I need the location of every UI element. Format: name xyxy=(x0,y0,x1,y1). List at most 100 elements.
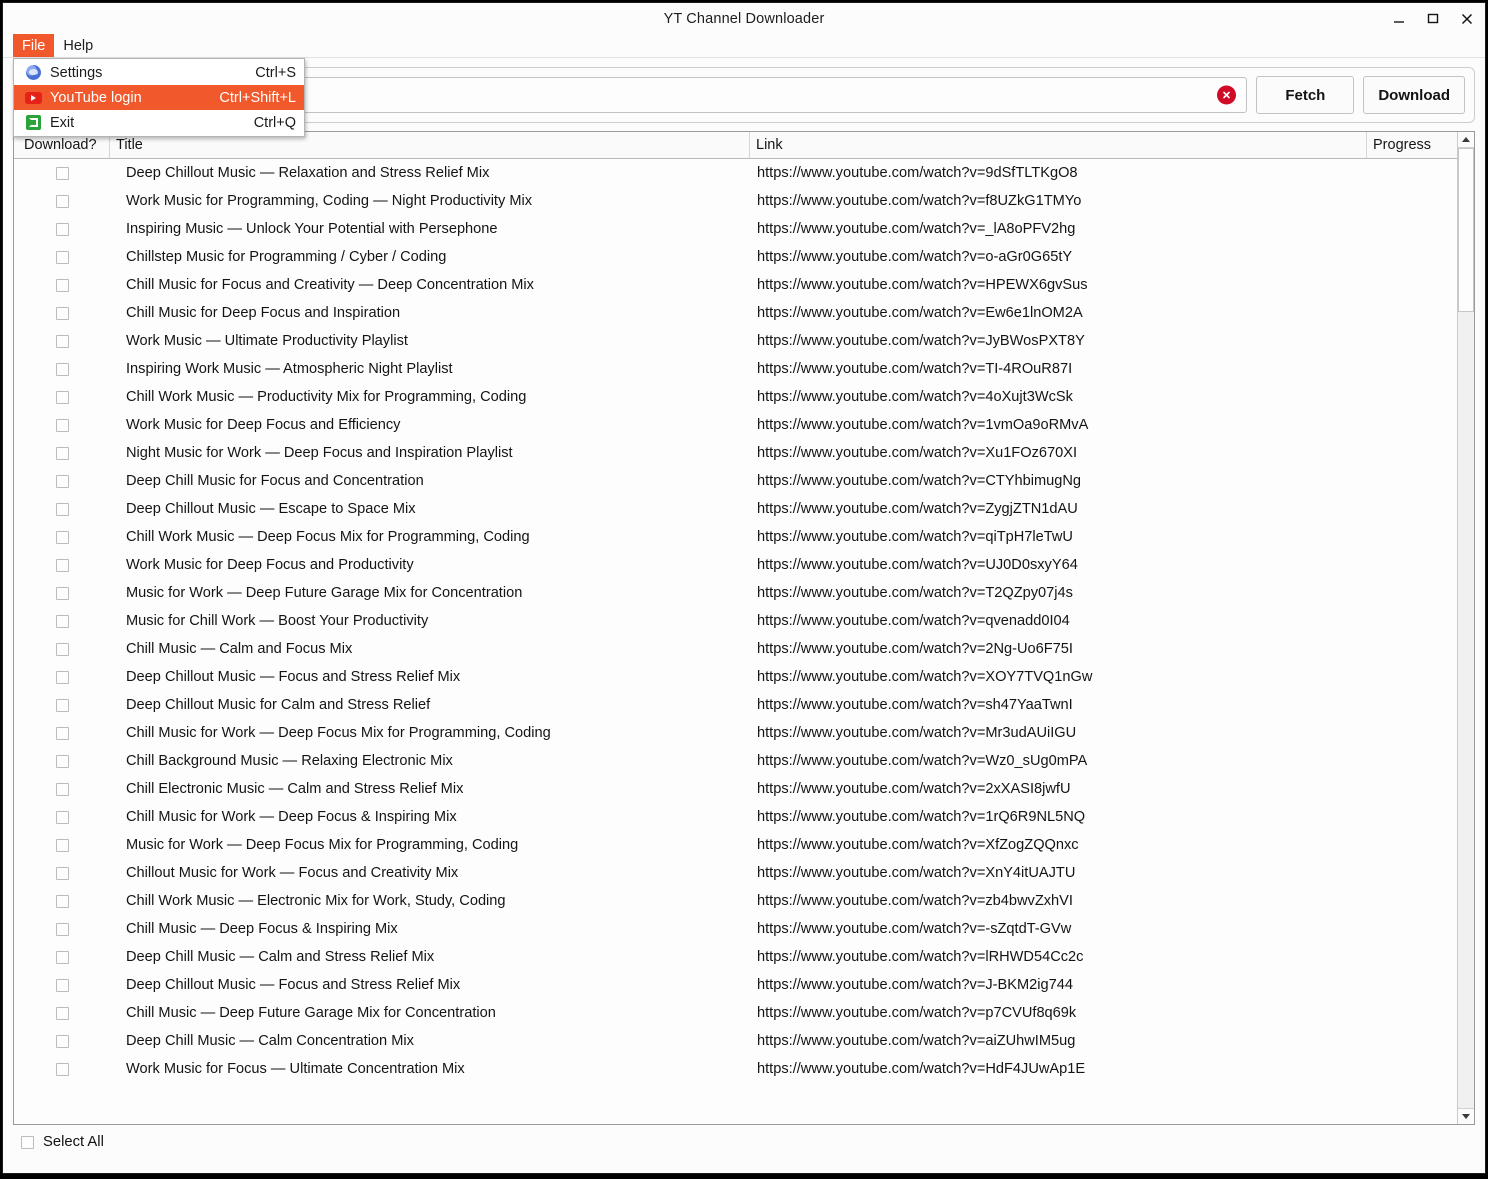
row-checkbox[interactable] xyxy=(55,1006,69,1020)
scroll-up-arrow-icon[interactable] xyxy=(1458,132,1474,148)
table-row[interactable]: Work Music for Deep Focus and Efficiency… xyxy=(14,411,1457,439)
table-row[interactable]: Chill Music — Deep Focus & Inspiring Mix… xyxy=(14,915,1457,943)
download-button[interactable]: Download xyxy=(1363,76,1465,114)
row-checkbox[interactable] xyxy=(55,446,69,460)
row-checkbox[interactable] xyxy=(55,278,69,292)
row-checkbox[interactable] xyxy=(55,194,69,208)
table-row[interactable]: Chill Background Music — Relaxing Electr… xyxy=(14,747,1457,775)
row-checkbox[interactable] xyxy=(55,530,69,544)
table-row[interactable]: Chill Electronic Music — Calm and Stress… xyxy=(14,775,1457,803)
table-row[interactable]: Deep Chillout Music — Escape to Space Mi… xyxy=(14,495,1457,523)
row-checkbox[interactable] xyxy=(55,502,69,516)
table-row[interactable]: Chillout Music for Work — Focus and Crea… xyxy=(14,859,1457,887)
scrollbar-thumb[interactable] xyxy=(1458,148,1474,312)
row-checkbox[interactable] xyxy=(55,222,69,236)
table-row[interactable]: Music for Work — Deep Focus Mix for Prog… xyxy=(14,831,1457,859)
menu-item-exit[interactable]: Exit Ctrl+Q xyxy=(14,110,304,135)
row-checkbox[interactable] xyxy=(55,558,69,572)
table-row[interactable]: Deep Chill Music — Calm and Stress Relie… xyxy=(14,943,1457,971)
table-row[interactable]: Work Music for Focus — Ultimate Concentr… xyxy=(14,1055,1457,1083)
column-header-progress[interactable]: Progress xyxy=(1367,132,1457,158)
row-checkbox[interactable] xyxy=(55,250,69,264)
row-checkbox[interactable] xyxy=(55,978,69,992)
menu-item-settings[interactable]: Settings Ctrl+S xyxy=(14,60,304,85)
row-link: https://www.youtube.com/watch?v=_lA8oPFV… xyxy=(757,221,1076,237)
table-row[interactable]: Deep Chillout Music for Calm and Stress … xyxy=(14,691,1457,719)
row-checkbox[interactable] xyxy=(55,950,69,964)
row-checkbox[interactable] xyxy=(55,642,69,656)
row-download-cell xyxy=(14,495,110,523)
table-row[interactable]: Chill Music for Deep Focus and Inspirati… xyxy=(14,299,1457,327)
table-row[interactable]: Chill Work Music — Deep Focus Mix for Pr… xyxy=(14,523,1457,551)
table-row[interactable]: Deep Chillout Music — Focus and Stress R… xyxy=(14,663,1457,691)
vertical-scrollbar[interactable] xyxy=(1457,132,1474,1124)
row-link: https://www.youtube.com/watch?v=f8UZkG1T… xyxy=(757,193,1082,209)
row-link: https://www.youtube.com/watch?v=2Ng-Uo6F… xyxy=(757,641,1073,657)
row-checkbox[interactable] xyxy=(55,810,69,824)
row-checkbox[interactable] xyxy=(55,754,69,768)
row-link: https://www.youtube.com/watch?v=sh47YaaT… xyxy=(757,697,1073,713)
row-checkbox[interactable] xyxy=(55,306,69,320)
row-title: Work Music — Ultimate Productivity Playl… xyxy=(126,333,408,349)
minimize-icon[interactable] xyxy=(1389,9,1409,29)
scroll-down-arrow-icon[interactable] xyxy=(1458,1108,1474,1124)
row-checkbox[interactable] xyxy=(55,334,69,348)
row-checkbox[interactable] xyxy=(55,586,69,600)
table-row[interactable]: Music for Work — Deep Future Garage Mix … xyxy=(14,579,1457,607)
table-row[interactable]: Work Music for Programming, Coding — Nig… xyxy=(14,187,1457,215)
row-checkbox[interactable] xyxy=(55,782,69,796)
row-checkbox[interactable] xyxy=(55,698,69,712)
row-checkbox[interactable] xyxy=(55,894,69,908)
row-title: Inspiring Music — Unlock Your Potential … xyxy=(126,221,498,237)
row-download-cell xyxy=(14,999,110,1027)
table-row[interactable]: Chill Music for Focus and Creativity — D… xyxy=(14,271,1457,299)
row-checkbox[interactable] xyxy=(55,1034,69,1048)
row-download-cell xyxy=(14,327,110,355)
table-row[interactable]: Deep Chill Music for Focus and Concentra… xyxy=(14,467,1457,495)
menu-help[interactable]: Help xyxy=(54,34,102,57)
row-checkbox[interactable] xyxy=(55,1062,69,1076)
table-row[interactable]: Chillstep Music for Programming / Cyber … xyxy=(14,243,1457,271)
menu-file[interactable]: File xyxy=(13,34,55,57)
settings-icon xyxy=(24,65,42,81)
table-row[interactable]: Work Music — Ultimate Productivity Playl… xyxy=(14,327,1457,355)
column-header-link[interactable]: Link xyxy=(750,132,1367,158)
table-row[interactable]: Chill Work Music — Electronic Mix for Wo… xyxy=(14,887,1457,915)
row-progress xyxy=(1367,831,1457,859)
row-checkbox[interactable] xyxy=(55,838,69,852)
menu-item-settings-accel: Ctrl+S xyxy=(255,64,296,81)
table-row[interactable]: Inspiring Work Music — Atmospheric Night… xyxy=(14,355,1457,383)
select-all-checkbox[interactable] xyxy=(21,1135,34,1149)
table-row[interactable]: Night Music for Work — Deep Focus and In… xyxy=(14,439,1457,467)
row-checkbox[interactable] xyxy=(55,474,69,488)
row-checkbox[interactable] xyxy=(55,418,69,432)
menu-item-youtube-login[interactable]: YouTube login Ctrl+Shift+L xyxy=(14,85,304,110)
table-row[interactable]: Chill Music for Work — Deep Focus Mix fo… xyxy=(14,719,1457,747)
row-checkbox[interactable] xyxy=(55,390,69,404)
close-icon[interactable] xyxy=(1457,9,1477,29)
clear-icon[interactable] xyxy=(1217,85,1237,105)
table-row[interactable]: Deep Chill Music — Calm Concentration Mi… xyxy=(14,1027,1457,1055)
scrollbar-track[interactable] xyxy=(1458,148,1474,1108)
row-checkbox[interactable] xyxy=(55,922,69,936)
table-row[interactable]: Chill Music for Work — Deep Focus & Insp… xyxy=(14,803,1457,831)
table-row[interactable]: Music for Chill Work — Boost Your Produc… xyxy=(14,607,1457,635)
maximize-icon[interactable] xyxy=(1423,9,1443,29)
row-checkbox[interactable] xyxy=(55,866,69,880)
table-row[interactable]: Work Music for Deep Focus and Productivi… xyxy=(14,551,1457,579)
table-row[interactable]: Chill Work Music — Productivity Mix for … xyxy=(14,383,1457,411)
row-link: https://www.youtube.com/watch?v=9dSfTLTK… xyxy=(757,165,1078,181)
table-row[interactable]: Inspiring Music — Unlock Your Potential … xyxy=(14,215,1457,243)
table-row[interactable]: Deep Chillout Music — Relaxation and Str… xyxy=(14,159,1457,187)
row-checkbox[interactable] xyxy=(55,166,69,180)
table-row[interactable]: Chill Music — Calm and Focus Mix https://… xyxy=(14,635,1457,663)
row-checkbox[interactable] xyxy=(55,362,69,376)
row-title: Deep Chill Music for Focus and Concentra… xyxy=(126,473,424,489)
select-all-control[interactable]: Select All xyxy=(21,1134,1475,1150)
row-checkbox[interactable] xyxy=(55,614,69,628)
table-row[interactable]: Deep Chillout Music — Focus and Stress R… xyxy=(14,971,1457,999)
row-checkbox[interactable] xyxy=(55,670,69,684)
row-checkbox[interactable] xyxy=(55,726,69,740)
fetch-button[interactable]: Fetch xyxy=(1256,76,1355,114)
table-row[interactable]: Chill Music — Deep Future Garage Mix for… xyxy=(14,999,1457,1027)
